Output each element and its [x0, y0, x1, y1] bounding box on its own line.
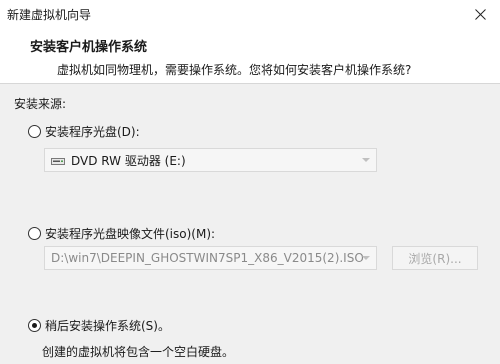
iso-path-select[interactable]: D:\win7\DEEPIN_GHOSTWIN7SP1_X86_V2015(2)…: [44, 246, 377, 270]
option-later-label: 稍后安装操作系统(S)。: [45, 319, 170, 333]
window-title: 新建虚拟机向导: [7, 8, 92, 22]
radio-later[interactable]: [28, 319, 41, 332]
option-disc-label: 安装程序光盘(D):: [45, 125, 140, 139]
close-button[interactable]: [460, 0, 500, 28]
radio-disc[interactable]: [28, 125, 41, 138]
chevron-down-icon: [362, 158, 370, 162]
disc-drive-value: DVD RW 驱动器 (E:): [71, 153, 186, 168]
iso-path-value: D:\win7\DEEPIN_GHOSTWIN7SP1_X86_V2015(2)…: [51, 251, 364, 265]
wizard-header: 安装客户机操作系统 虚拟机如同物理机，需要操作系统。您将如何安装客户机操作系统?: [0, 28, 500, 84]
page-title: 安装客户机操作系统: [30, 40, 148, 55]
title-bar: 新建虚拟机向导: [0, 0, 500, 28]
browse-button[interactable]: 浏览(R)...: [392, 246, 478, 270]
dvd-drive-icon: [51, 157, 65, 165]
disc-drive-select[interactable]: DVD RW 驱动器 (E:): [44, 148, 377, 172]
install-source-label: 安装来源:: [14, 97, 67, 111]
close-icon: [474, 8, 486, 20]
radio-iso[interactable]: [28, 227, 41, 240]
option-later[interactable]: 稍后安装操作系统(S)。: [28, 317, 170, 334]
chevron-down-icon: [362, 256, 370, 260]
later-description: 创建的虚拟机将包含一个空白硬盘。: [42, 345, 235, 359]
option-disc[interactable]: 安装程序光盘(D):: [28, 123, 140, 140]
page-subtitle: 虚拟机如同物理机，需要操作系统。您将如何安装客户机操作系统?: [57, 63, 412, 77]
option-iso[interactable]: 安装程序光盘映像文件(iso)(M):: [28, 225, 215, 242]
option-iso-label: 安装程序光盘映像文件(iso)(M):: [45, 227, 216, 241]
